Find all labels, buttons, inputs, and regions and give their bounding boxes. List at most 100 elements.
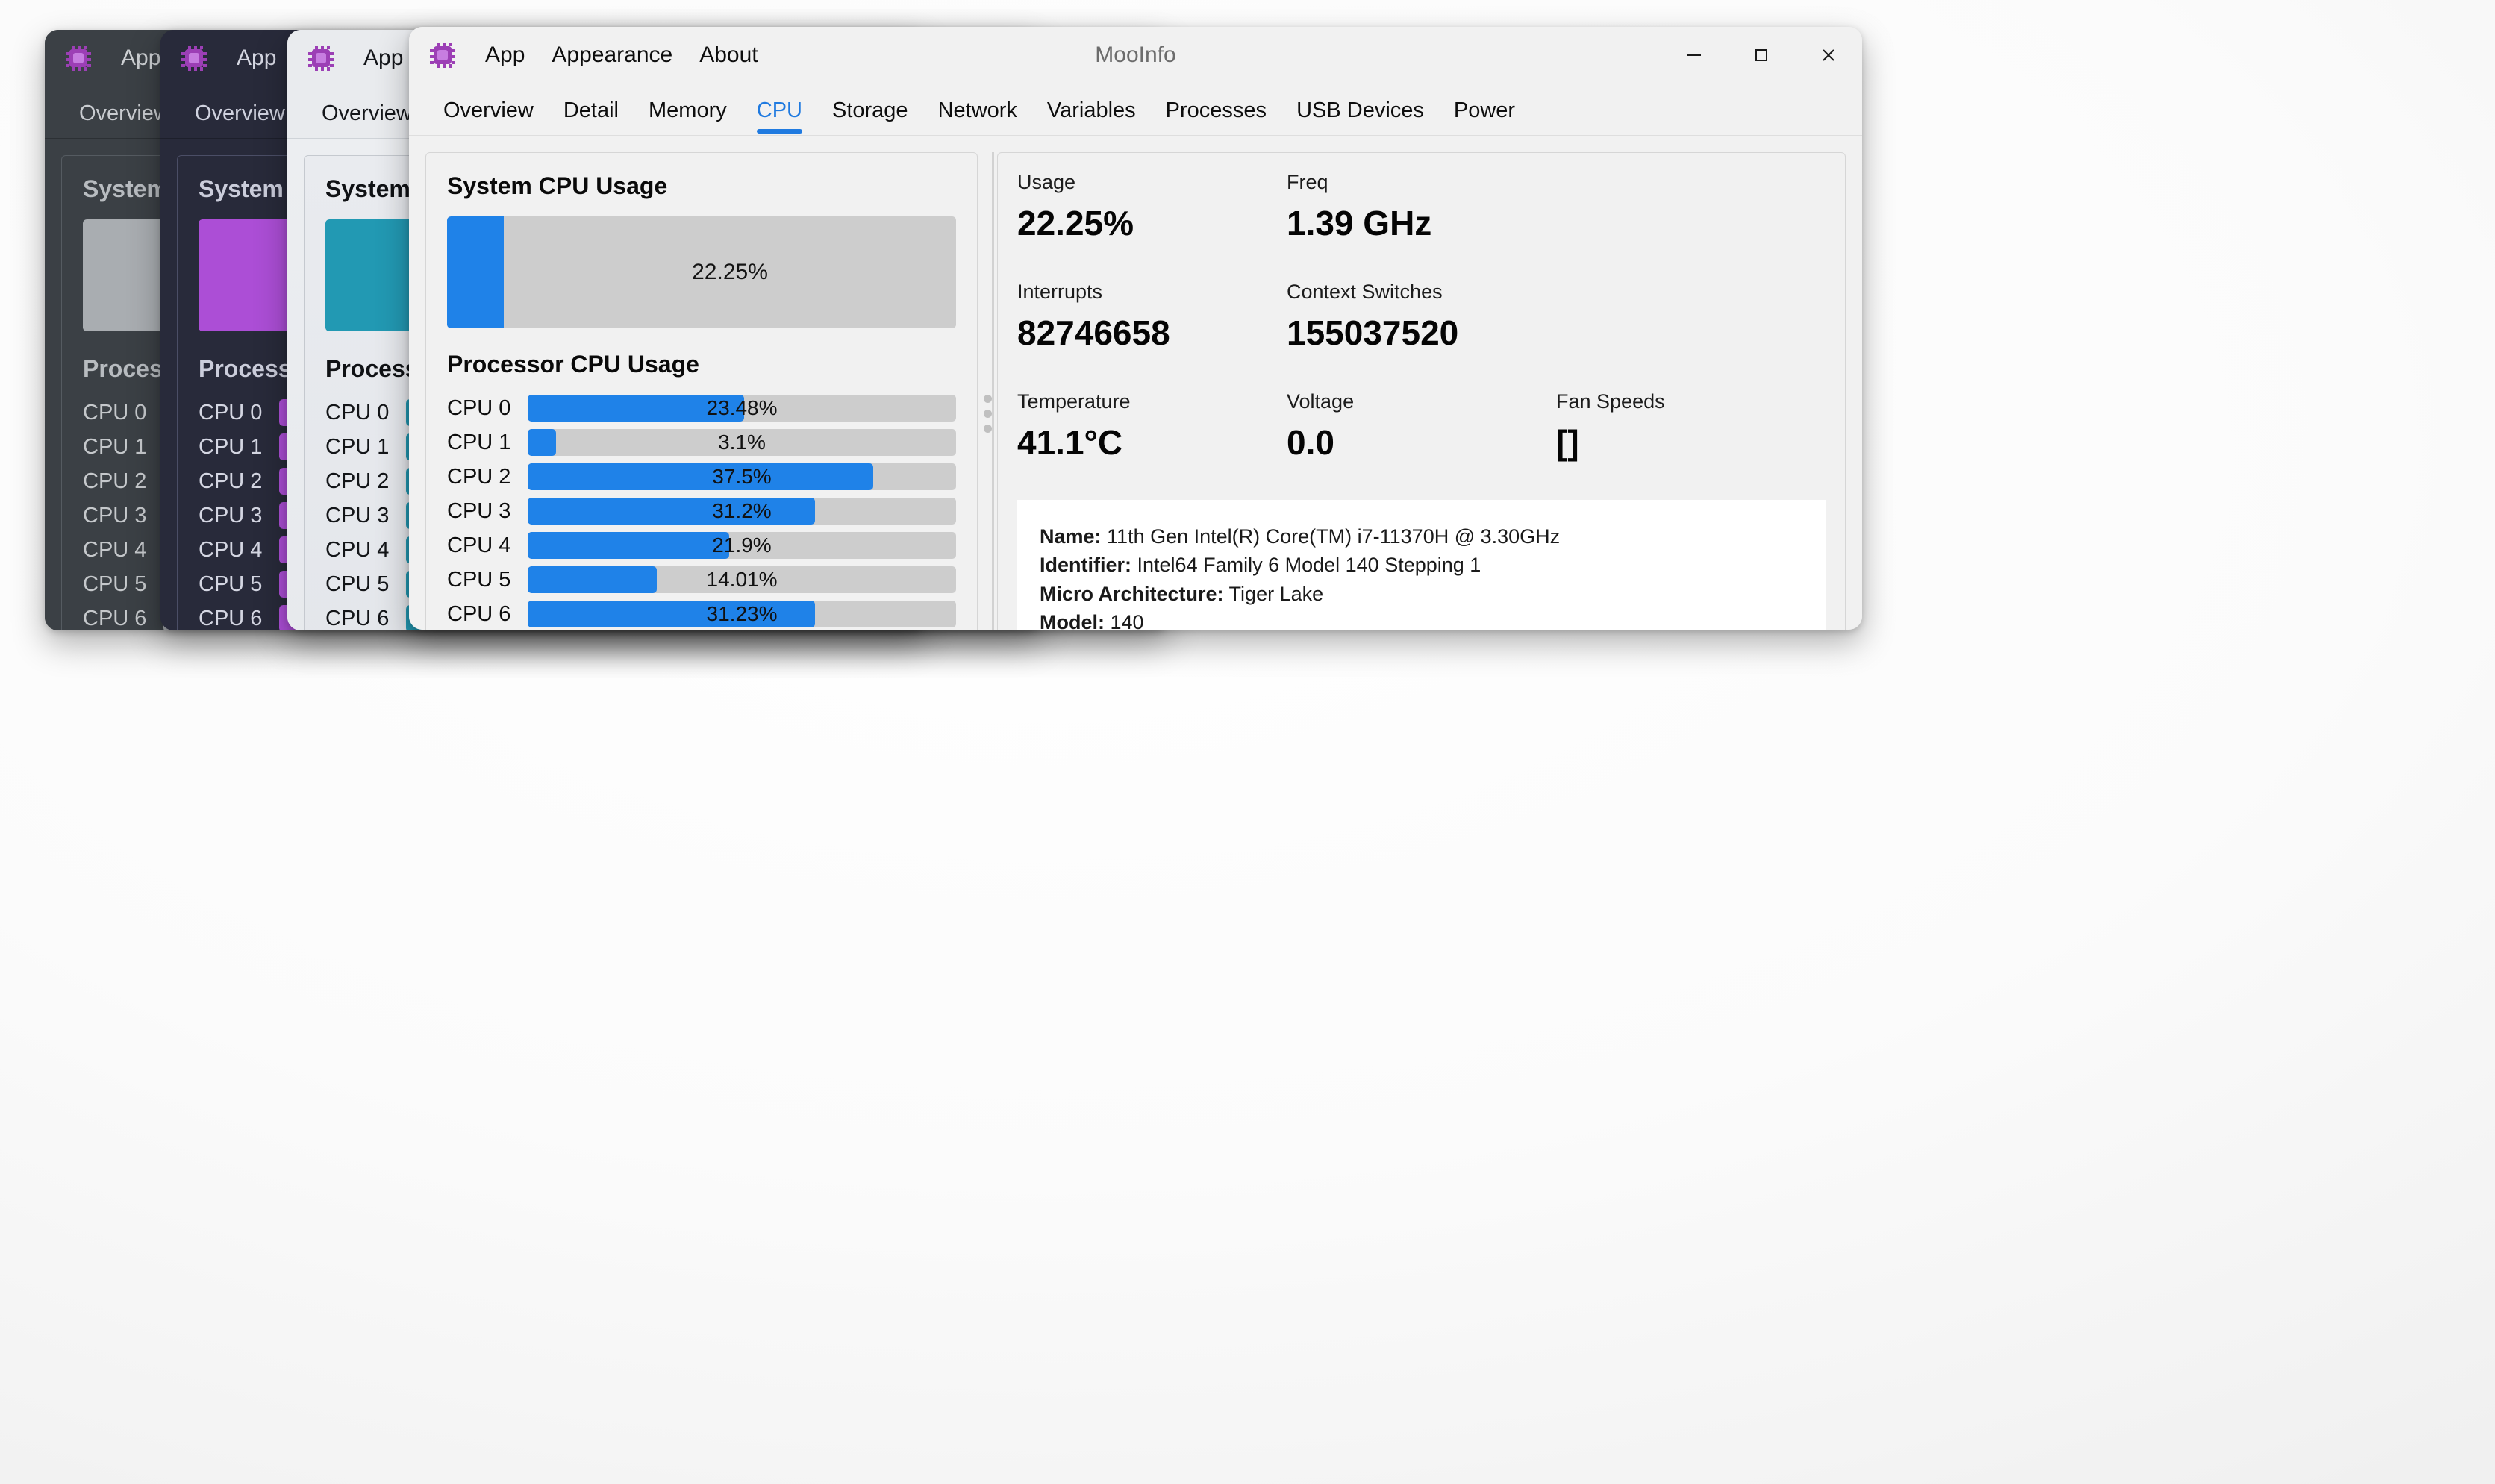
cpu-usage-track: 31.2% (528, 498, 956, 525)
tab-network[interactable]: Network (923, 98, 1032, 135)
cpu-usage-row: CPU 421.9% (447, 532, 956, 559)
cpu-usage-row: CPU 514.01% (447, 566, 956, 593)
stats-row-1: Usage 22.25% Freq 1.39 GHz (998, 153, 1845, 263)
cpu-usage-label: CPU 2 (199, 469, 279, 494)
cpu-usage-track: 31.23% (528, 601, 956, 627)
stat-usage: Usage 22.25% (1017, 171, 1287, 243)
cpu-usage-label: CPU 4 (83, 538, 163, 563)
stats-row-2: Interrupts 82746658 Context Switches 155… (998, 263, 1845, 372)
cpu-usage-track: 3.1% (528, 429, 956, 456)
menu-app[interactable]: App (350, 46, 416, 71)
cpu-usage-label: CPU 1 (447, 431, 528, 455)
cpu-usage-track: 37.5% (528, 463, 956, 490)
cpu-usage-label: CPU 0 (325, 401, 406, 425)
tab-usb-devices[interactable]: USB Devices (1281, 98, 1439, 135)
stat-context-switches: Context Switches 155037520 (1287, 281, 1556, 353)
stat-fan-speeds: Fan Speeds [] (1556, 390, 1826, 463)
cpu-usage-label: CPU 1 (325, 435, 406, 460)
cpu-usage-label: CPU 5 (325, 572, 406, 597)
cpu-usage-label: CPU 2 (447, 465, 528, 489)
stat-freq: Freq 1.39 GHz (1287, 171, 1556, 243)
minimize-icon[interactable] (1661, 27, 1728, 84)
cpu-usage-track: 14.01% (528, 566, 956, 593)
cpu-usage-label: CPU 0 (199, 401, 279, 425)
info-line: Name: 11th Gen Intel(R) Core(TM) i7-1137… (1040, 522, 1803, 551)
stat-interrupts: Interrupts 82746658 (1017, 281, 1287, 353)
menu-app[interactable]: App (223, 46, 290, 71)
tab-variables[interactable]: Variables (1032, 98, 1151, 135)
cpu-chip-icon (66, 46, 91, 71)
window-controls[interactable] (1661, 27, 1862, 84)
tab-cpu[interactable]: CPU (742, 98, 817, 135)
system-usage-title: System CPU Usage (447, 172, 956, 200)
cpu-usage-label: CPU 6 (83, 607, 163, 631)
tab-power[interactable]: Power (1439, 98, 1530, 135)
processor-usage-title: Processor CPU Usage (447, 351, 956, 378)
tab-storage[interactable]: Storage (817, 98, 923, 135)
cpu-usage-row: CPU 13.1% (447, 429, 956, 456)
cpu-usage-label: CPU 5 (199, 572, 279, 597)
cpu-usage-value: 3.1% (528, 431, 956, 454)
cpu-usage-label: CPU 0 (83, 401, 163, 425)
tab-detail[interactable]: Detail (549, 98, 634, 135)
cpu-usage-label: CPU 5 (83, 572, 163, 597)
cpu-usage-label: CPU 6 (325, 607, 406, 631)
maximize-icon[interactable] (1728, 27, 1795, 84)
cpu-usage-label: CPU 2 (325, 469, 406, 494)
tab-memory[interactable]: Memory (634, 98, 742, 135)
cpu-usage-track: 21.9% (528, 532, 956, 559)
titlebar[interactable]: App Appearance About MooInfo (409, 27, 1862, 84)
cpu-usage-value: 31.2% (528, 499, 956, 523)
panel-splitter[interactable] (978, 152, 997, 630)
info-value: 140 (1105, 611, 1144, 630)
cpu-usage-label: CPU 2 (83, 469, 163, 494)
cpu-usage-track: 23.48% (528, 395, 956, 422)
stat-voltage: Voltage 0.0 (1287, 390, 1556, 463)
cpu-stats-panel: Usage 22.25% Freq 1.39 GHz Interrupts 82… (997, 152, 1846, 630)
info-value: 11th Gen Intel(R) Core(TM) i7-11370H @ 3… (1102, 525, 1561, 548)
cpu-usage-label: CPU 4 (325, 538, 406, 563)
info-value: Tiger Lake (1224, 583, 1324, 605)
cpu-usage-value: 31.23% (528, 602, 956, 626)
cpu-usage-label: CPU 4 (199, 538, 279, 563)
cpu-panel: System CPU Usage 22.25% Processor CPU Us… (425, 152, 978, 630)
cpu-usage-label: CPU 6 (199, 607, 279, 631)
cpu-chip-icon (181, 46, 207, 71)
cpu-usage-label: CPU 4 (447, 533, 528, 558)
cpu-usage-label: CPU 6 (447, 602, 528, 627)
cpu-usage-value: 21.9% (528, 533, 956, 557)
cpu-chip-icon (308, 46, 334, 71)
splitter-grip-icon[interactable] (984, 395, 992, 433)
window-active-mooinfo[interactable]: App Appearance About MooInfo Overview De… (409, 27, 1862, 630)
cpu-usage-label: CPU 1 (199, 435, 279, 460)
info-line: Micro Architecture: Tiger Lake (1040, 580, 1803, 608)
info-key: Identifier: (1040, 554, 1131, 576)
info-line: Model: 140 (1040, 608, 1803, 630)
cpu-usage-label: CPU 3 (83, 504, 163, 528)
tabbar[interactable]: Overview Detail Memory CPU Storage Netwo… (409, 84, 1862, 136)
menu-appearance[interactable]: Appearance (538, 43, 686, 68)
system-usage-value: 22.25% (504, 216, 956, 328)
cpu-usage-label: CPU 5 (447, 568, 528, 592)
menu-app[interactable]: App (472, 43, 538, 68)
cpu-usage-value: 14.01% (528, 568, 956, 592)
usage-rows: CPU 023.48%CPU 13.1%CPU 237.5%CPU 331.2%… (447, 395, 956, 630)
tab-overview[interactable]: Overview (180, 101, 300, 138)
cpu-usage-label: CPU 1 (83, 435, 163, 460)
cpu-usage-row: CPU 237.5% (447, 463, 956, 490)
menu-about[interactable]: About (686, 43, 771, 68)
close-icon[interactable] (1795, 27, 1862, 84)
cpu-usage-label: CPU 3 (325, 504, 406, 528)
info-key: Name: (1040, 525, 1102, 548)
info-key: Model: (1040, 611, 1105, 630)
cpu-usage-value: 37.5% (528, 465, 956, 489)
info-value: Intel64 Family 6 Model 140 Stepping 1 (1131, 554, 1481, 576)
cpu-usage-label: CPU 0 (447, 396, 528, 421)
info-key: Micro Architecture: (1040, 583, 1224, 605)
tab-overview[interactable]: Overview (428, 98, 549, 135)
stat-temperature: Temperature 41.1°C (1017, 390, 1287, 463)
tab-processes[interactable]: Processes (1151, 98, 1281, 135)
processor-info-box: Name: 11th Gen Intel(R) Core(TM) i7-1137… (1017, 500, 1826, 630)
cpu-usage-row: CPU 023.48% (447, 395, 956, 422)
info-line: Identifier: Intel64 Family 6 Model 140 S… (1040, 551, 1803, 579)
